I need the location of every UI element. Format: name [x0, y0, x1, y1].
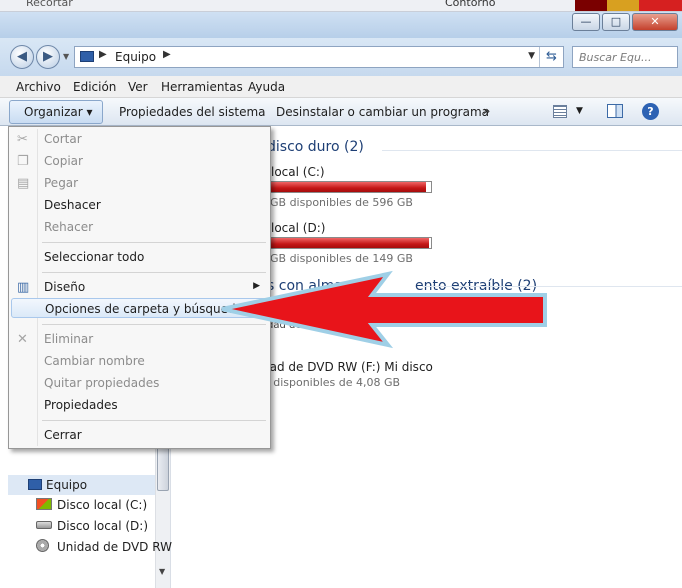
submenu-arrow-icon: ▶ — [253, 281, 260, 291]
computer-icon — [28, 479, 42, 490]
hdd-group-title[interactable]: disco duro (2) — [267, 139, 364, 155]
preview-pane-icon[interactable] — [607, 104, 623, 118]
system-properties-button[interactable]: Propiedades del sistema — [119, 105, 266, 119]
breadcrumb-separator-icon[interactable]: ▶ — [163, 49, 171, 60]
delete-x-icon: ✕ — [17, 332, 28, 347]
menu-item-cambiar-nombre[interactable]: Cambiar nombre — [11, 351, 268, 371]
drive-d-free-space: GB disponibles de 149 GB — [270, 252, 413, 265]
minimize-button[interactable]: — — [572, 13, 600, 31]
menu-herramientas[interactable]: Herramientas — [161, 80, 243, 94]
scissors-icon: ✂ — [17, 132, 28, 147]
dvd-drive-free-space: s disponibles de 4,08 GB — [264, 376, 401, 389]
menu-item-label: Copiar — [44, 154, 83, 168]
maximize-button[interactable]: □ — [602, 13, 630, 31]
address-bar-row: ◀ ▶ ▼ ▶ Equipo ▶ ▼ ⇆ Buscar Equ... — [0, 38, 682, 76]
nav-equipo-label: Equipo — [46, 478, 88, 492]
menu-item-label: Quitar propiedades — [44, 376, 160, 390]
search-input[interactable]: Buscar Equ... — [572, 46, 678, 68]
menu-item-copiar[interactable]: ❐ Copiar — [11, 151, 268, 171]
more-commands-button[interactable]: » — [483, 104, 490, 118]
color-swatches — [575, 0, 682, 11]
menu-item-eliminar[interactable]: ✕ Eliminar — [11, 329, 268, 349]
menu-ver[interactable]: Ver — [128, 80, 148, 94]
copy-icon: ❐ — [17, 154, 29, 169]
hidden-drive-name[interactable]: dad de DD — [267, 320, 320, 331]
group-divider — [382, 150, 682, 151]
drive-c-usage-bar — [269, 181, 432, 193]
menu-item-pegar[interactable]: ▤ Pegar — [11, 173, 268, 193]
menu-item-label: Cerrar — [44, 428, 82, 442]
menu-item-cortar[interactable]: ✂ Cortar — [11, 129, 268, 149]
menu-item-label: Opciones de carpeta y búsqueda — [45, 302, 243, 316]
organize-menu: ✂ Cortar ❐ Copiar ▤ Pegar Deshacer Rehac… — [8, 126, 271, 449]
breadcrumb-separator-icon[interactable]: ▶ — [99, 49, 107, 60]
view-options-dropdown-icon[interactable]: ▼ — [576, 106, 583, 116]
title-bar: — □ ✕ — [0, 12, 682, 38]
menu-item-cerrar[interactable]: Cerrar — [11, 425, 268, 445]
menu-item-label: Diseño — [44, 280, 86, 294]
menu-archivo[interactable]: Archivo — [16, 80, 61, 94]
back-button[interactable]: ◀ — [10, 45, 34, 69]
menu-separator — [42, 272, 266, 273]
breadcrumb-equipo[interactable]: Equipo — [115, 50, 156, 64]
nav-item-disco-d[interactable]: Disco local (D:) — [57, 519, 148, 533]
menu-item-label: Pegar — [44, 176, 79, 190]
menu-item-deshacer[interactable]: Deshacer — [11, 195, 268, 215]
menu-item-label: Seleccionar todo — [44, 250, 145, 264]
menu-ayuda[interactable]: Ayuda — [248, 80, 285, 94]
command-bar: Organizar ▾ Propiedades del sistema Desi… — [0, 98, 682, 126]
nav-item-equipo[interactable]: Equipo — [8, 475, 155, 495]
layout-icon: ▥ — [17, 280, 30, 295]
refresh-icon[interactable]: ⇆ — [539, 47, 563, 67]
recent-pages-dropdown-icon[interactable]: ▼ — [63, 52, 69, 61]
menu-item-quitar-propiedades[interactable]: Quitar propiedades — [11, 373, 268, 393]
menu-item-label: Deshacer — [44, 198, 101, 212]
menu-edicion[interactable]: Edición — [73, 80, 116, 94]
menu-item-rehacer[interactable]: Rehacer — [11, 217, 268, 237]
menu-separator — [42, 420, 266, 421]
drive-c-free-space: GB disponibles de 596 GB — [270, 196, 413, 209]
menu-item-label: Cambiar nombre — [44, 354, 145, 368]
drive-d-usage-bar — [269, 237, 432, 249]
group-divider — [422, 286, 682, 287]
menu-separator — [42, 242, 266, 243]
address-bar[interactable]: ▶ Equipo ▶ ▼ ⇆ — [74, 46, 564, 68]
scrollbar-thumb[interactable] — [157, 447, 169, 491]
menu-item-label: Eliminar — [44, 332, 94, 346]
menu-item-opciones-carpeta[interactable]: Opciones de carpeta y búsqueda — [11, 298, 268, 318]
removable-group-title-a[interactable]: s con alma — [267, 278, 343, 294]
drive-c-name[interactable]: local (C:) — [271, 165, 325, 179]
menu-item-label: Cortar — [44, 132, 82, 146]
change-view-icon[interactable] — [553, 105, 567, 118]
drive-d-name[interactable]: local (D:) — [271, 221, 325, 235]
menu-item-label: Propiedades — [44, 398, 118, 412]
forward-button[interactable]: ▶ — [36, 45, 60, 69]
uninstall-program-button[interactable]: Desinstalar o cambiar un programa — [276, 105, 489, 119]
close-button[interactable]: ✕ — [632, 13, 678, 31]
background-app-strip: Recortar Contorno — [0, 0, 682, 12]
nav-item-disco-c[interactable]: Disco local (C:) — [57, 498, 147, 512]
recortar-label: Recortar — [26, 0, 73, 9]
menu-item-propiedades[interactable]: Propiedades — [11, 395, 268, 415]
drive-d-usage-fill — [270, 238, 430, 248]
organize-button[interactable]: Organizar ▾ — [9, 100, 103, 124]
dvd-drive-icon — [36, 539, 49, 552]
paste-icon: ▤ — [17, 176, 30, 191]
computer-icon — [80, 51, 94, 62]
hard-drive-icon — [36, 521, 52, 529]
contorno-label: Contorno — [445, 0, 496, 9]
menu-separator — [42, 324, 266, 325]
menu-item-label: Rehacer — [44, 220, 94, 234]
nav-item-dvd[interactable]: Unidad de DVD RW — [57, 540, 172, 554]
dvd-drive-name[interactable]: dad de DVD RW (F:) Mi disco — [262, 360, 433, 374]
menu-bar: Archivo Edición Ver Herramientas Ayuda — [0, 76, 682, 98]
address-dropdown-icon[interactable]: ▼ — [528, 51, 535, 61]
help-icon[interactable]: ? — [642, 103, 659, 120]
windows-drive-icon — [36, 498, 52, 510]
search-placeholder: Buscar Equ... — [579, 51, 652, 64]
scroll-down-arrow-icon[interactable]: ▼ — [159, 567, 165, 576]
menu-item-diseno[interactable]: ▥ Diseño ▶ — [11, 277, 268, 297]
menu-item-seleccionar-todo[interactable]: Seleccionar todo — [11, 247, 268, 267]
drive-c-usage-fill — [270, 182, 427, 192]
